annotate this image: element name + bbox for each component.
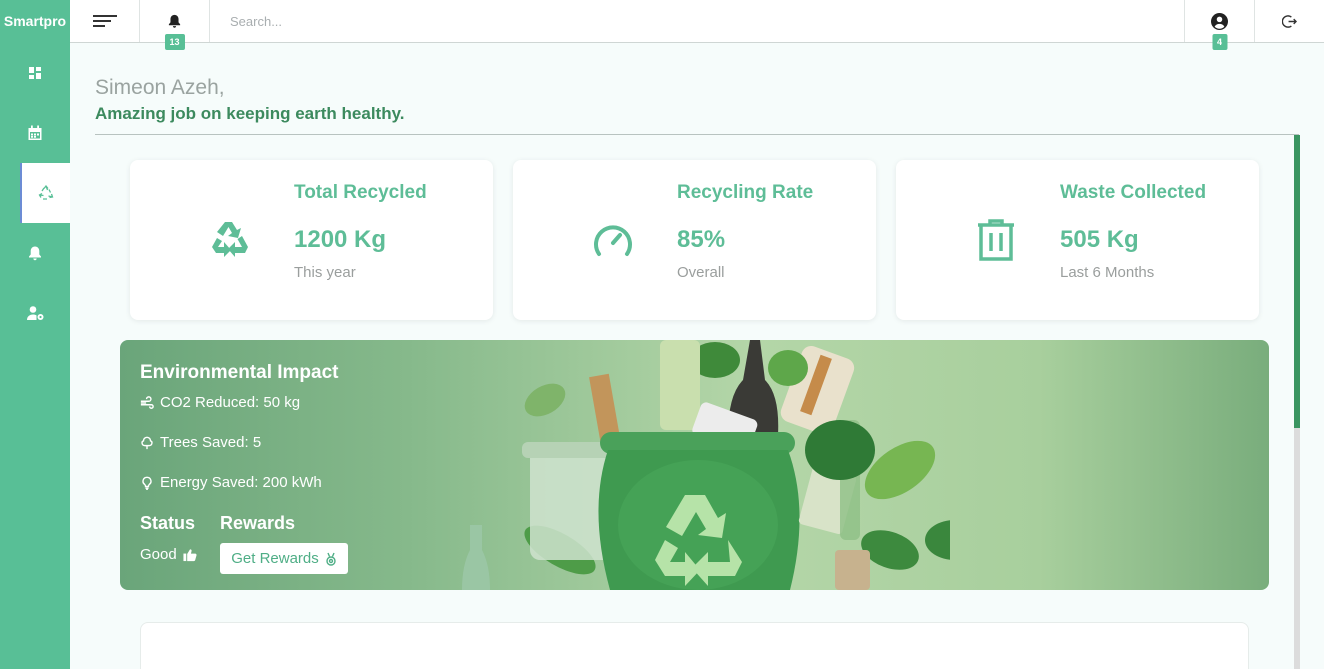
user-circle-icon [1211, 12, 1228, 30]
rewards-heading: Rewards [220, 513, 296, 533]
content-card [140, 622, 1249, 669]
user-profile-button[interactable]: 4 [1184, 0, 1254, 50]
bell-icon [29, 246, 41, 261]
stat-card-recycling-rate: Recycling Rate 85% Overall [513, 160, 876, 320]
stat-card-total-recycled: Total Recycled 1200 Kg This year [130, 160, 493, 320]
stat-title: Recycling Rate [677, 182, 814, 203]
user-count-badge: 4 [1211, 34, 1228, 50]
trees-saved-text: Trees Saved: 5 [160, 434, 262, 451]
stat-value: 1200 Kg [294, 226, 387, 253]
sidebar-item-notifications[interactable] [0, 223, 70, 283]
recycling-jar-illustration [462, 340, 950, 590]
get-rewards-label: Get Rewards [231, 550, 319, 567]
user-greeting-name: Simeon Azeh, [95, 76, 225, 99]
status-value-text: Good [140, 546, 177, 563]
status-value: Good [140, 546, 198, 563]
medal-icon [326, 552, 336, 566]
stat-value: 85% [677, 226, 726, 253]
energy-saved-text: Energy Saved: 200 kWh [160, 474, 322, 491]
sidebar-item-dashboard[interactable] [0, 43, 70, 103]
divider [95, 134, 1299, 135]
sidebar-item-schedule[interactable] [0, 103, 70, 163]
recycle-icon [38, 185, 54, 200]
trash-icon [978, 219, 1014, 261]
recycle-icon [212, 222, 248, 257]
thumbs-up-icon [183, 549, 197, 562]
co2-reduced-text: CO2 Reduced: 50 kg [160, 394, 301, 411]
tree-icon [141, 436, 153, 449]
stat-card-waste-collected: Waste Collected 505 Kg Last 6 Months [896, 160, 1259, 320]
calendar-icon [28, 125, 42, 140]
gauge-icon [594, 225, 632, 256]
get-rewards-button[interactable]: Get Rewards [220, 543, 348, 574]
environmental-impact-banner: Environmental Impact CO2 Reduced: 50 kg … [120, 340, 1269, 590]
bell-icon [168, 14, 181, 28]
impact-co2-row: CO2 Reduced: 50 kg [140, 394, 300, 411]
user-greeting-message: Amazing job on keeping earth healthy. [95, 104, 405, 123]
stat-value: 505 Kg [1060, 226, 1139, 253]
notification-count-badge: 13 [164, 34, 185, 50]
impact-trees-row: Trees Saved: 5 [140, 434, 261, 451]
sidebar-item-recycle[interactable] [20, 163, 70, 223]
menu-icon [92, 15, 117, 27]
search-input[interactable] [230, 13, 630, 29]
search-bar [210, 0, 1184, 42]
scrollbar-thumb[interactable] [1294, 135, 1300, 428]
logout-button[interactable] [1254, 0, 1324, 42]
stat-subtitle: Last 6 Months [1060, 264, 1155, 281]
lightbulb-icon [142, 476, 152, 490]
notifications-button[interactable]: 13 [140, 0, 210, 50]
logout-icon [1282, 14, 1297, 28]
stat-title: Waste Collected [1060, 182, 1207, 203]
grid-icon [29, 67, 41, 79]
user-gear-icon [26, 306, 43, 320]
top-bar: 13 4 [70, 0, 1324, 50]
sidebar: Smartpro [0, 0, 70, 669]
menu-toggle-button[interactable] [70, 0, 140, 42]
stat-title: Total Recycled [294, 182, 427, 203]
impact-energy-row: Energy Saved: 200 kWh [140, 474, 322, 491]
status-heading: Status [140, 513, 196, 533]
stat-subtitle: This year [294, 264, 356, 281]
impact-title: Environmental Impact [140, 362, 339, 383]
sidebar-item-user-settings[interactable] [0, 283, 70, 343]
brand-logo[interactable]: Smartpro [0, 0, 70, 42]
stat-subtitle: Overall [677, 264, 725, 281]
wind-icon [140, 395, 154, 409]
